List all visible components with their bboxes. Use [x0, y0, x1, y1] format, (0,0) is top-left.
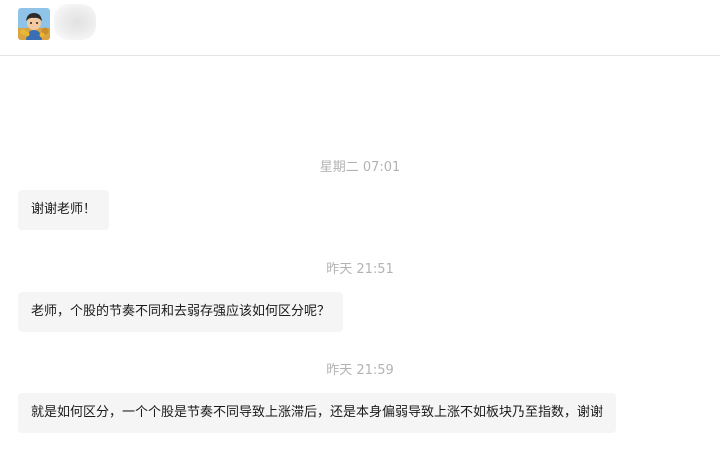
chat-message-list[interactable]: 星期二 07:01 谢谢老师！ 昨天 21:51 老师，个股的节奏不同和去弱存强… [0, 56, 720, 455]
message-timestamp: 昨天 21:51 [326, 262, 394, 277]
message-timestamp: 昨天 21:59 [326, 363, 394, 378]
contact-name-redacted [54, 4, 96, 40]
message-bubble[interactable]: 老师，个股的节奏不同和去弱存强应该如何区分呢？ [18, 292, 344, 332]
user-avatar-photo-icon [18, 8, 50, 40]
chat-header [0, 0, 720, 56]
message-timestamp: 星期二 07:01 [319, 160, 401, 175]
message-bubble[interactable]: 就是如何区分，一个个股是节奏不同导致上涨滞后，还是本身偏弱导致上涨不如板块乃至指… [18, 393, 617, 433]
message-bubble[interactable]: 谢谢老师！ [18, 190, 110, 230]
contact-avatar[interactable] [18, 8, 50, 40]
